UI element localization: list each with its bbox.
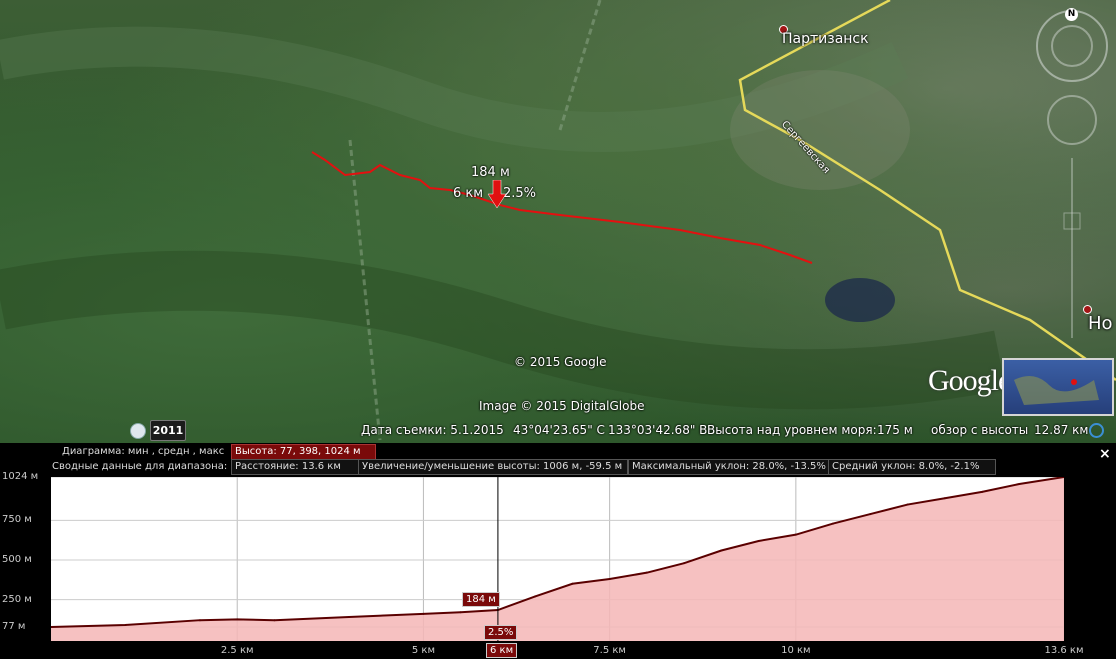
compass-north-icon[interactable]: N — [1065, 8, 1078, 21]
latitude: 43°04'23.65" С — [513, 423, 605, 437]
historical-imagery-clock-icon[interactable] — [130, 423, 146, 439]
elevation-point — [422, 612, 425, 615]
elevation-point — [720, 549, 723, 552]
elevation-point — [459, 611, 462, 614]
chart-canvas[interactable] — [51, 477, 1064, 641]
marker-distance: 6 км — [453, 186, 484, 201]
elevation-point — [198, 619, 201, 622]
elevation-point — [571, 582, 574, 585]
elevation-point — [943, 497, 946, 500]
x-tick-label: 5 км — [411, 645, 435, 656]
marker-elevation: 184 м — [471, 165, 510, 180]
eye-altitude-value: 12.87 км — [1034, 423, 1089, 437]
city-label[interactable]: Партизанск — [782, 31, 869, 47]
elevation-point — [273, 619, 276, 622]
imagery-copyright: Image © 2015 DigitalGlobe — [479, 399, 645, 413]
marker-slope: 2.5% — [503, 186, 537, 201]
elevation-stat[interactable]: Высота: 77, 398, 1024 м — [231, 444, 376, 460]
x-tick-label: 10 км — [781, 645, 811, 656]
elevation-area — [51, 477, 1064, 641]
summary-label: Сводные данные для диапазона: — [52, 461, 228, 472]
elevation-value: 175 м — [877, 423, 913, 437]
elevation-point — [981, 490, 984, 493]
y-tick-label: 750 м — [2, 514, 32, 526]
x-tick-label: 7.5 км — [593, 645, 626, 656]
elevation-chart[interactable] — [51, 477, 1064, 641]
elevation-point — [645, 571, 648, 574]
avg-slope-stat[interactable]: Средний уклон: 8.0%, -2.1% — [828, 459, 996, 475]
cursor-elevation-tag: 184 м — [462, 592, 500, 607]
imagery-date: Дата съемки: 5.1.2015 — [361, 423, 504, 437]
y-tick-label: 250 м — [2, 593, 32, 605]
elevation-point — [534, 595, 537, 598]
cursor-slope-tag: 2.5% — [484, 625, 518, 640]
y-tick-label: 500 м — [2, 553, 32, 565]
y-tick-label: 1024 м — [2, 471, 39, 482]
y-tick-label: 77 м — [2, 621, 26, 632]
historical-imagery-year[interactable]: 2011 — [150, 420, 186, 441]
close-icon[interactable]: × — [1099, 446, 1111, 462]
chart-range-label: Диаграмма: мин , средн , макс — [62, 446, 225, 457]
eye-altitude-label: обзор с высоты — [931, 423, 1029, 437]
streaming-status-icon — [1089, 423, 1104, 438]
elevation-point — [124, 623, 127, 626]
elevation-point — [757, 539, 760, 542]
elevation-point — [832, 522, 835, 525]
longitude: 133°03'42.68" В — [608, 423, 708, 437]
elevation-label: Высота над уровнем моря: — [707, 423, 877, 437]
elevation-point — [906, 503, 909, 506]
elevation-point — [608, 578, 611, 581]
distance-stat[interactable]: Расстояние: 13.6 км — [231, 459, 359, 475]
cursor-distance-tag: 6 км — [486, 643, 518, 658]
elevation-point — [1018, 482, 1021, 485]
x-tick-label: 13.6 км — [1044, 645, 1084, 656]
elevation-point — [347, 616, 350, 619]
overview-map[interactable] — [1002, 358, 1114, 416]
elevation-point — [236, 618, 239, 621]
elevation-point — [683, 562, 686, 565]
elevation-point — [794, 533, 797, 536]
position-arrow-icon — [487, 180, 507, 209]
max-slope-stat[interactable]: Максимальный уклон: 28.0%, -13.5% — [628, 459, 829, 475]
navigation-controls[interactable]: N — [1034, 8, 1112, 348]
google-copyright: © 2015 Google — [514, 355, 607, 369]
elevation-point — [869, 513, 872, 516]
x-tick-label: 2.5 км — [220, 645, 254, 656]
track-path — [311, 151, 813, 264]
elevation-gain-stat[interactable]: Увеличение/уменьшение высоты: 1006 м, -5… — [358, 459, 628, 475]
map-view[interactable]: Партизанск Но Сергеевская 184 м 6 км 2.5… — [0, 0, 1116, 443]
